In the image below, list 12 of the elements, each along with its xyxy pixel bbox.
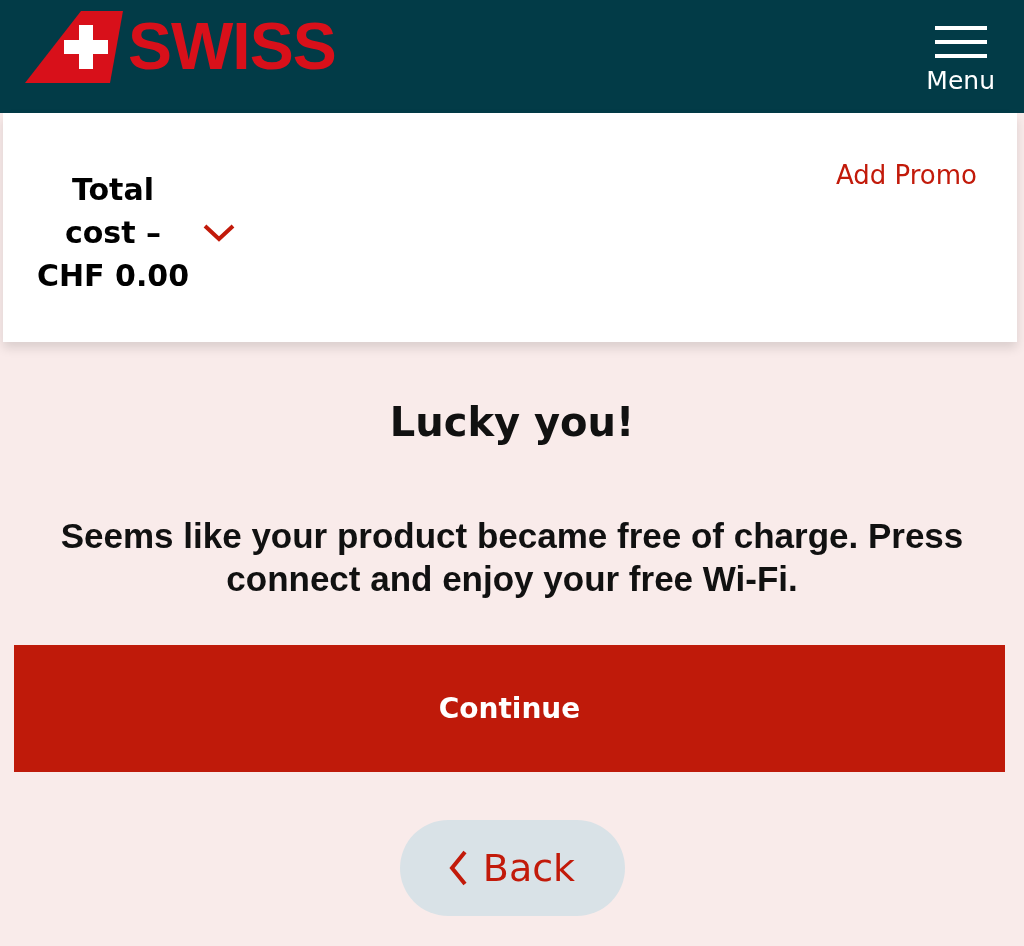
menu-button[interactable]: Menu xyxy=(926,26,995,93)
menu-icon xyxy=(934,26,987,58)
total-cost-toggle[interactable]: Total cost – CHF 0.00 xyxy=(35,168,235,297)
message-text: Seems like your product became free of charge. Press connect and enjoy your free Wi-Fi. xyxy=(59,515,965,600)
chevron-left-icon xyxy=(448,850,467,886)
back-button[interactable]: Back xyxy=(399,820,625,916)
message-title: Lucky you! xyxy=(388,398,636,447)
chevron-icon xyxy=(203,223,235,242)
logo-wordmark: SWISS xyxy=(128,13,336,79)
continue-button[interactable]: Continue xyxy=(14,645,1005,772)
logo-cross-icon xyxy=(25,11,123,83)
add-promo-link[interactable]: Add Promo xyxy=(835,159,977,193)
